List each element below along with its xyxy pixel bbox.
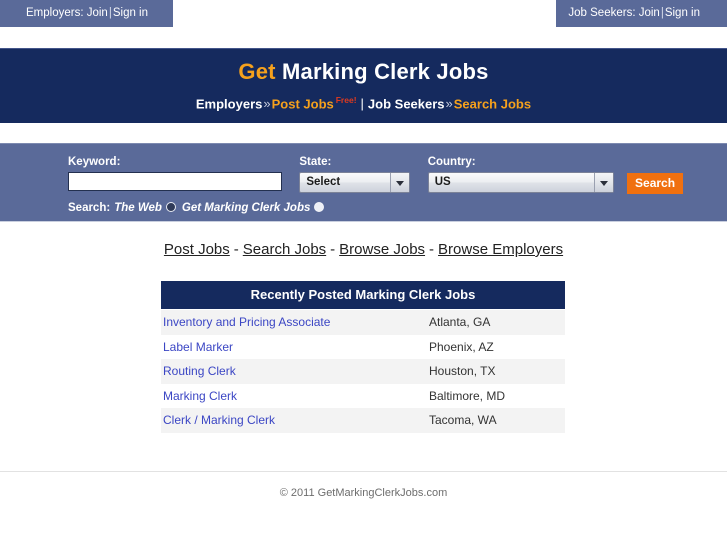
recent-jobs-table: Inventory and Pricing Associate Atlanta,… <box>161 310 565 433</box>
job-title-cell[interactable]: Marking Clerk <box>161 384 423 409</box>
jobseekers-join-link[interactable]: Join <box>639 7 660 19</box>
chevron-down-icon[interactable] <box>390 173 410 192</box>
nav-post-jobs[interactable]: Post Jobs <box>164 241 230 258</box>
job-location-cell: Phoenix, AZ <box>429 339 494 354</box>
table-row[interactable]: Label Marker Phoenix, AZ <box>161 334 565 360</box>
employers-join-link[interactable]: Join <box>87 7 108 19</box>
nav-browse-jobs[interactable]: Browse Jobs <box>339 241 425 258</box>
nav-browse-employers[interactable]: Browse Employers <box>438 241 563 258</box>
table-row[interactable]: Routing Clerk Houston, TX <box>161 359 565 384</box>
page-root: Employers: Join|Sign in Job Seekers: Joi… <box>0 0 727 545</box>
recent-jobs-heading: Recently Posted Marking Clerk Jobs <box>161 281 565 309</box>
recent-jobs-panel: Recently Posted Marking Clerk Jobs Inven… <box>161 281 565 433</box>
footer-divider <box>0 471 727 472</box>
chevron-down-icon[interactable] <box>593 173 613 192</box>
top-account-bar: Employers: Join|Sign in Job Seekers: Joi… <box>0 0 727 27</box>
job-location-cell: Atlanta, GA <box>429 315 491 330</box>
job-title-link[interactable]: Routing Clerk <box>163 364 236 378</box>
search-band: Keyword: State: Select Country: US Searc… <box>0 143 727 222</box>
country-label: Country: <box>427 156 476 168</box>
job-title-link[interactable]: Label Marker <box>163 340 233 354</box>
scope-web-label: The Web <box>114 202 162 214</box>
job-title-link[interactable]: Marking Clerk <box>163 389 237 403</box>
scope-web-radio[interactable] <box>165 202 176 212</box>
employers-signin-link[interactable]: Sign in <box>113 7 148 19</box>
job-title-cell[interactable]: Inventory and Pricing Associate <box>161 310 423 335</box>
recent-jobs-table-body: Inventory and Pricing Associate Atlanta,… <box>161 310 565 433</box>
country-field-group: Country: US <box>427 156 614 193</box>
banner-jobseekers-label: Job Seekers <box>367 96 445 112</box>
table-row[interactable]: Inventory and Pricing Associate Atlanta,… <box>161 310 565 335</box>
table-row[interactable]: Clerk / Marking Clerk Tacoma, WA <box>161 408 565 433</box>
job-title-cell[interactable]: Clerk / Marking Clerk <box>161 408 423 433</box>
nav-divider-3: - <box>429 241 435 258</box>
nav-search-jobs[interactable]: Search Jobs <box>243 241 326 258</box>
table-row[interactable]: Marking Clerk Baltimore, MD <box>161 383 565 409</box>
country-select-value: US <box>434 176 451 188</box>
employers-account-tab[interactable]: Employers: Join|Sign in <box>0 0 173 27</box>
job-title-cell[interactable]: Routing Clerk <box>161 359 423 384</box>
nav-divider-1: - <box>233 241 239 258</box>
site-title: Get Marking Clerk Jobs <box>0 59 727 85</box>
chevron-right-icon-2: » <box>445 96 453 112</box>
scope-site-radio[interactable] <box>314 202 325 212</box>
banner-post-jobs-link[interactable]: Post Jobs <box>272 96 334 111</box>
nav-divider-2: - <box>330 241 336 258</box>
footer-copyright: © 2011 GetMarkingClerkJobs.com <box>279 487 448 499</box>
keyword-label: Keyword: <box>68 156 121 168</box>
job-location-cell: Tacoma, WA <box>429 413 497 428</box>
site-title-rest: Marking Clerk Jobs <box>275 59 489 84</box>
job-title-link[interactable]: Inventory and Pricing Associate <box>163 315 330 329</box>
state-field-group: State: Select <box>299 156 411 193</box>
site-title-accent: Get <box>238 59 276 84</box>
jobseekers-account-tab[interactable]: Job Seekers: Join|Sign in <box>556 0 727 27</box>
primary-nav: Post Jobs - Search Jobs - Browse Jobs - Browse… <box>0 241 727 258</box>
job-title-cell[interactable]: Label Marker <box>161 335 423 360</box>
banner-search-jobs-link[interactable]: Search Jobs <box>454 96 531 111</box>
jobseekers-label: Job Seekers: <box>568 7 636 19</box>
state-select[interactable]: Select <box>299 172 411 193</box>
state-label: State: <box>299 156 332 168</box>
keyword-field-group: Keyword: <box>68 156 282 191</box>
employers-label: Employers: <box>26 7 84 19</box>
state-select-value: Select <box>306 176 341 188</box>
search-scope-group: Search: The Web Get Marking Clerk Jobs <box>68 202 326 214</box>
banner-employers-label: Employers <box>195 96 263 112</box>
search-button[interactable]: Search <box>627 173 684 194</box>
search-form: Keyword: State: Select Country: US Searc… <box>68 156 684 194</box>
banner-nav-divider: | <box>360 96 364 112</box>
scope-site-label: Get Marking Clerk Jobs <box>181 202 311 214</box>
site-banner: Get Marking Clerk Jobs Employers»Post Jo… <box>0 48 727 123</box>
free-badge: Free! <box>335 95 357 105</box>
job-location-cell: Baltimore, MD <box>429 388 506 403</box>
job-location-cell: Houston, TX <box>429 364 496 379</box>
search-scope-label: Search: <box>68 202 111 214</box>
chevron-right-icon-1: » <box>263 96 271 112</box>
job-title-link[interactable]: Clerk / Marking Clerk <box>163 413 275 427</box>
country-select[interactable]: US <box>427 172 614 193</box>
search-input[interactable] <box>68 172 282 191</box>
jobseekers-signin-link[interactable]: Sign in <box>665 7 700 19</box>
banner-nav: Employers»Post Jobs Free! | Job Seekers»Sea… <box>0 95 727 111</box>
